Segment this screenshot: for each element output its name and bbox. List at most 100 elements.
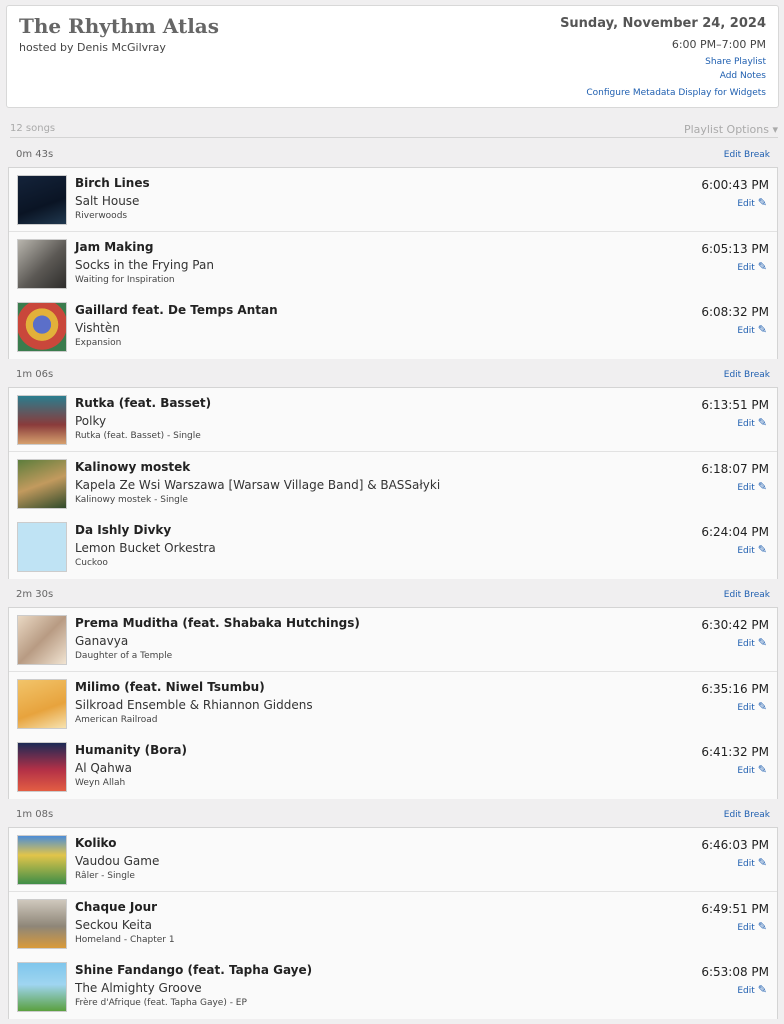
playlist-summary: 12 songs Playlist Options ▾ [10,120,778,138]
track-row[interactable]: Milimo (feat. Niwel Tsumbu) Silkroad Ense… [9,671,777,736]
host-name: hosted by Denis McGilvray [19,41,166,54]
track-album: Rutka (feat. Basset) - Single [75,431,201,441]
track-time: 6:13:51 PM [701,398,769,412]
pencil-icon: ✎ [757,196,767,209]
track-time: 6:08:32 PM [701,305,769,319]
track-row[interactable]: Chaque Jour Seckou Keita Homeland - Chapte… [9,891,777,956]
show-title: The Rhythm Atlas [19,14,220,38]
show-header: The Rhythm Atlas hosted by Denis McGilvr… [6,5,779,108]
track-group: Prema Muditha (feat. Shabaka Hutchings) G… [8,607,778,799]
track-group: Rutka (feat. Basset) Polky Rutka (feat. Ba… [8,387,778,579]
track-group: Birch Lines Salt House Riverwoods 6:00:43 P… [8,167,778,359]
track-time: 6:00:43 PM [701,178,769,192]
edit-track-link[interactable]: Edit ✎ [737,636,767,649]
pencil-icon: ✎ [757,699,767,713]
edit-break-link[interactable]: Edit Break [724,810,770,820]
edit-track-link[interactable]: Edit ✎ [737,416,767,429]
pencil-icon: ✎ [757,856,767,869]
album-art [17,962,67,1012]
show-date: Sunday, November 24, 2024 [560,16,766,31]
pencil-icon: ✎ [757,919,767,933]
pencil-icon: ✎ [757,323,767,336]
edit-label: Edit [737,639,755,649]
track-artist: Lemon Bucket Orkestra [75,541,216,555]
edit-label: Edit [737,419,755,429]
track-time: 6:18:07 PM [701,461,769,476]
edit-track-link[interactable]: Edit ✎ [737,763,767,776]
edit-label: Edit [737,922,755,933]
track-artist: Salt House [75,194,140,208]
pencil-icon: ✎ [757,416,767,429]
track-title: Chaque Jour [75,899,158,914]
track-row[interactable]: Birch Lines Salt House Riverwoods 6:00:43 P… [9,168,777,232]
edit-label: Edit [737,859,755,869]
track-row[interactable]: Shine Fandango (feat. Tapha Gaye) The Alm… [9,955,777,1019]
share-playlist-link[interactable]: Share Playlist [705,57,766,67]
edit-track-link[interactable]: Edit ✎ [737,260,767,273]
track-time: 6:49:51 PM [701,901,769,916]
track-album: Cuckoo [75,558,108,568]
track-album: Kalinowy mostek - Single [75,494,188,505]
track-row[interactable]: Jam Making Socks in the Frying Pan Waiting… [9,231,777,296]
track-artist: Seckou Keita [75,917,152,932]
edit-track-link[interactable]: Edit ✎ [737,196,767,209]
track-time: 6:24:04 PM [701,525,769,539]
track-title: Shine Fandango (feat. Tapha Gaye) [75,963,313,977]
album-art [17,742,67,792]
track-album: American Railroad [75,714,158,725]
track-row[interactable]: Humanity (Bora) Al Qahwa Weyn Allah 6:41:32… [9,735,777,799]
track-row[interactable]: Rutka (feat. Basset) Polky Rutka (feat. Ba… [9,388,777,452]
track-album: Frère d'Afrique (feat. Tapha Gaye) - EP [75,998,247,1008]
track-album: Homeland - Chapter 1 [75,934,175,945]
track-album: Râler - Single [75,871,135,881]
edit-track-link[interactable]: Edit ✎ [737,983,767,996]
track-artist: Vaudou Game [75,854,160,868]
break-duration: 1m 06s [16,369,54,380]
track-row[interactable]: Da Ishly Divky Lemon Bucket Orkestra Cucko… [9,515,777,579]
break-row: 0m 43s Edit Break [8,141,778,167]
edit-label: Edit [737,546,755,556]
track-artist: Al Qahwa [75,761,132,775]
break-duration: 0m 43s [16,149,54,160]
edit-label: Edit [737,262,755,273]
track-title: Humanity (Bora) [75,743,187,757]
edit-label: Edit [737,986,755,996]
track-title: Prema Muditha (feat. Shabaka Hutchings) [75,616,360,630]
album-art [17,302,67,352]
track-artist: The Almighty Groove [75,981,202,995]
break-row: 2m 30s Edit Break [8,581,778,607]
add-notes-link[interactable]: Add Notes [720,71,766,81]
album-art [17,458,67,509]
edit-track-link[interactable]: Edit ✎ [737,700,767,713]
edit-break-link[interactable]: Edit Break [724,370,770,380]
track-time: 6:30:42 PM [701,618,769,632]
track-time: 6:05:13 PM [701,241,769,256]
edit-track-link[interactable]: Edit ✎ [737,480,767,493]
edit-track-link[interactable]: Edit ✎ [737,856,767,869]
song-count: 12 songs [10,123,56,134]
track-album: Waiting for Inspiration [75,274,175,285]
edit-track-link[interactable]: Edit ✎ [737,920,767,933]
track-time: 6:41:32 PM [701,745,769,759]
track-row[interactable]: Kalinowy mostek Kapela Ze Wsi Warszawa [W… [9,451,777,516]
track-title: Rutka (feat. Basset) [75,396,212,410]
track-title: Da Ishly Divky [75,523,172,537]
edit-break-link[interactable]: Edit Break [724,590,770,600]
playlist-options-dropdown[interactable]: Playlist Options ▾ [684,123,778,136]
track-row[interactable]: Gaillard feat. De Temps Antan Vishtèn Expa… [9,295,777,359]
track-group: Koliko Vaudou Game Râler - Single 6:46:03 P… [8,827,778,1019]
track-row[interactable]: Koliko Vaudou Game Râler - Single 6:46:03 P… [9,828,777,892]
track-time: 6:46:03 PM [701,838,769,852]
edit-break-link[interactable]: Edit Break [724,150,770,160]
album-art [17,678,67,729]
edit-track-link[interactable]: Edit ✎ [737,323,767,336]
track-title: Koliko [75,836,117,850]
track-row[interactable]: Prema Muditha (feat. Shabaka Hutchings) G… [9,608,777,672]
pencil-icon: ✎ [757,983,767,996]
track-title: Kalinowy mostek [75,459,191,474]
configure-metadata-link[interactable]: Configure Metadata Display for Widgets [586,88,766,98]
edit-label: Edit [737,702,755,713]
edit-track-link[interactable]: Edit ✎ [737,543,767,556]
track-title: Jam Making [75,239,154,254]
track-album: Riverwoods [75,211,128,221]
